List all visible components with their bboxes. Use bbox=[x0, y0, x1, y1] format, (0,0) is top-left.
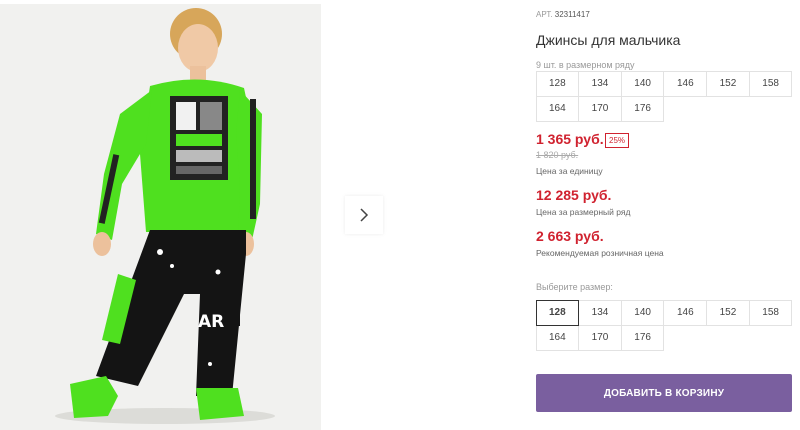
size-range-cell: 164 bbox=[535, 95, 580, 122]
old-price: 1 820 руб. bbox=[536, 150, 579, 160]
product-photo[interactable]: AR bbox=[0, 4, 321, 430]
range-price: 12 285 руб. bbox=[536, 187, 612, 203]
size-range-grid: 128 134 140 146 152 158 164 170 176 bbox=[535, 70, 793, 122]
article-value: 32311417 bbox=[554, 10, 590, 19]
product-title: Джинсы для мальчика bbox=[536, 32, 681, 48]
size-range-count: 9 шт. в размерном ряду bbox=[536, 60, 635, 70]
size-range-cell: 176 bbox=[620, 95, 665, 122]
size-option[interactable]: 152 bbox=[706, 299, 750, 326]
retail-price: 2 663 руб. bbox=[536, 228, 604, 244]
chevron-right-icon bbox=[360, 208, 369, 222]
size-option[interactable]: 140 bbox=[620, 299, 665, 326]
size-option[interactable]: 164 bbox=[535, 324, 580, 351]
size-range-cell: 140 bbox=[620, 70, 665, 97]
size-range-cell: 146 bbox=[663, 70, 708, 97]
svg-text:AR: AR bbox=[198, 312, 224, 332]
boy-illustration: AR bbox=[0, 4, 321, 430]
unit-price-note: Цена за единицу bbox=[536, 166, 603, 176]
range-price-note: Цена за размерный ряд bbox=[536, 207, 631, 217]
size-range-cell: 128 bbox=[535, 70, 580, 97]
size-option[interactable]: 146 bbox=[663, 299, 708, 326]
size-range-cell: 158 bbox=[748, 70, 793, 97]
add-to-cart-button[interactable]: ДОБАВИТЬ В КОРЗИНУ bbox=[536, 374, 792, 412]
size-option[interactable]: 170 bbox=[578, 324, 622, 351]
discount-badge: 25% bbox=[605, 133, 630, 148]
gallery-next-button[interactable] bbox=[345, 196, 383, 234]
size-range-cell: 170 bbox=[578, 95, 622, 122]
size-range-cell: 134 bbox=[578, 70, 622, 97]
size-select-grid: 128 134 140 146 152 158 164 170 176 bbox=[535, 299, 793, 351]
size-option-selected[interactable]: 128 bbox=[535, 299, 580, 326]
size-option[interactable]: 176 bbox=[620, 324, 665, 351]
retail-price-note: Рекомендуемая розничная цена bbox=[536, 248, 664, 258]
size-option[interactable]: 158 bbox=[748, 299, 793, 326]
size-option[interactable]: 134 bbox=[578, 299, 622, 326]
size-range-cell: 152 bbox=[706, 70, 750, 97]
unit-price: 1 365 руб. bbox=[536, 131, 604, 147]
choose-size-label: Выберите размер: bbox=[536, 282, 613, 292]
article-label: АРТ. bbox=[536, 10, 553, 19]
article-number: АРТ. 32311417 bbox=[536, 10, 590, 19]
